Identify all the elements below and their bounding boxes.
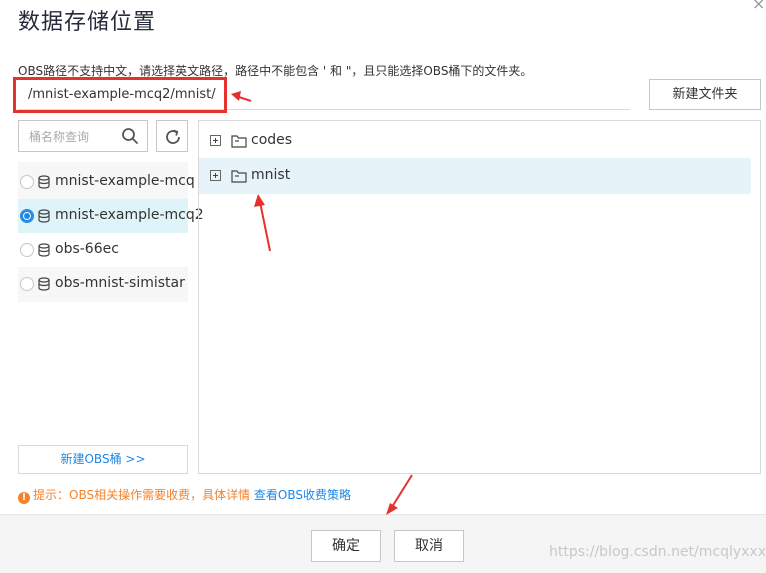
bucket-name: obs-66ec [55, 241, 119, 257]
bucket-list: mnist-example-mcq mnist-example-mcq2 obs… [18, 162, 204, 302]
dialog-footer: 确定 取消 https://blog.csdn.net/mcqlyxxx [0, 514, 766, 573]
ok-button[interactable]: 确定 [311, 530, 381, 562]
bucket-panel: 桶名称查询 mnist-example-mcq mnist-example-mc… [18, 120, 204, 474]
database-icon [38, 243, 50, 257]
database-icon [38, 209, 50, 223]
database-icon [38, 175, 50, 189]
plus-square-icon[interactable] [210, 135, 221, 146]
bucket-item[interactable]: obs-66ec [18, 233, 188, 267]
bucket-radio[interactable] [20, 209, 34, 223]
annotation-red-box [13, 77, 227, 113]
new-bucket-button[interactable]: 新建OBS桶 >> [18, 445, 188, 474]
bucket-item[interactable]: obs-mnist-simistar [18, 267, 188, 301]
bucket-item-selected[interactable]: mnist-example-mcq2 [18, 199, 204, 233]
folder-name: mnist [251, 167, 291, 183]
arrow-icon [386, 474, 413, 515]
dialog-title: 数据存储位置 [18, 10, 157, 35]
folder-icon [231, 170, 247, 183]
bucket-name: mnist-example-mcq2 [55, 207, 204, 223]
bucket-name: mnist-example-mcq [55, 173, 195, 189]
folder-row[interactable]: codes [199, 123, 751, 159]
refresh-button[interactable] [156, 120, 188, 152]
database-icon [38, 277, 50, 291]
bucket-item[interactable]: mnist-example-mcq [18, 165, 195, 199]
refresh-icon [166, 129, 180, 144]
new-folder-button[interactable]: 新建文件夹 [649, 79, 761, 110]
bucket-radio[interactable] [20, 175, 34, 189]
search-icon[interactable] [121, 127, 139, 145]
watermark: https://blog.csdn.net/mcqlyxxx [549, 544, 766, 560]
search-placeholder: 桶名称查询 [29, 130, 90, 144]
folder-row-highlighted[interactable]: mnist [199, 158, 751, 194]
cancel-button[interactable]: 取消 [394, 530, 464, 562]
close-icon[interactable]: × [752, 0, 765, 13]
folder-panel: codes mnist [198, 120, 761, 474]
fee-tip: ! 提示：OBS相关操作需要收费，具体详情 查看OBS收费策略 [18, 486, 351, 504]
folder-icon [231, 135, 247, 148]
bucket-radio[interactable] [20, 277, 34, 291]
bucket-search-input[interactable]: 桶名称查询 [18, 120, 148, 152]
folder-name: codes [251, 132, 293, 148]
bucket-name: obs-mnist-simistar [55, 275, 185, 291]
warning-icon: ! [18, 492, 30, 504]
fee-policy-link[interactable]: 查看OBS收费策略 [254, 488, 351, 502]
plus-square-icon[interactable] [210, 170, 221, 181]
bucket-radio[interactable] [20, 243, 34, 257]
tip-text: 提示：OBS相关操作需要收费，具体详情 [33, 488, 251, 502]
